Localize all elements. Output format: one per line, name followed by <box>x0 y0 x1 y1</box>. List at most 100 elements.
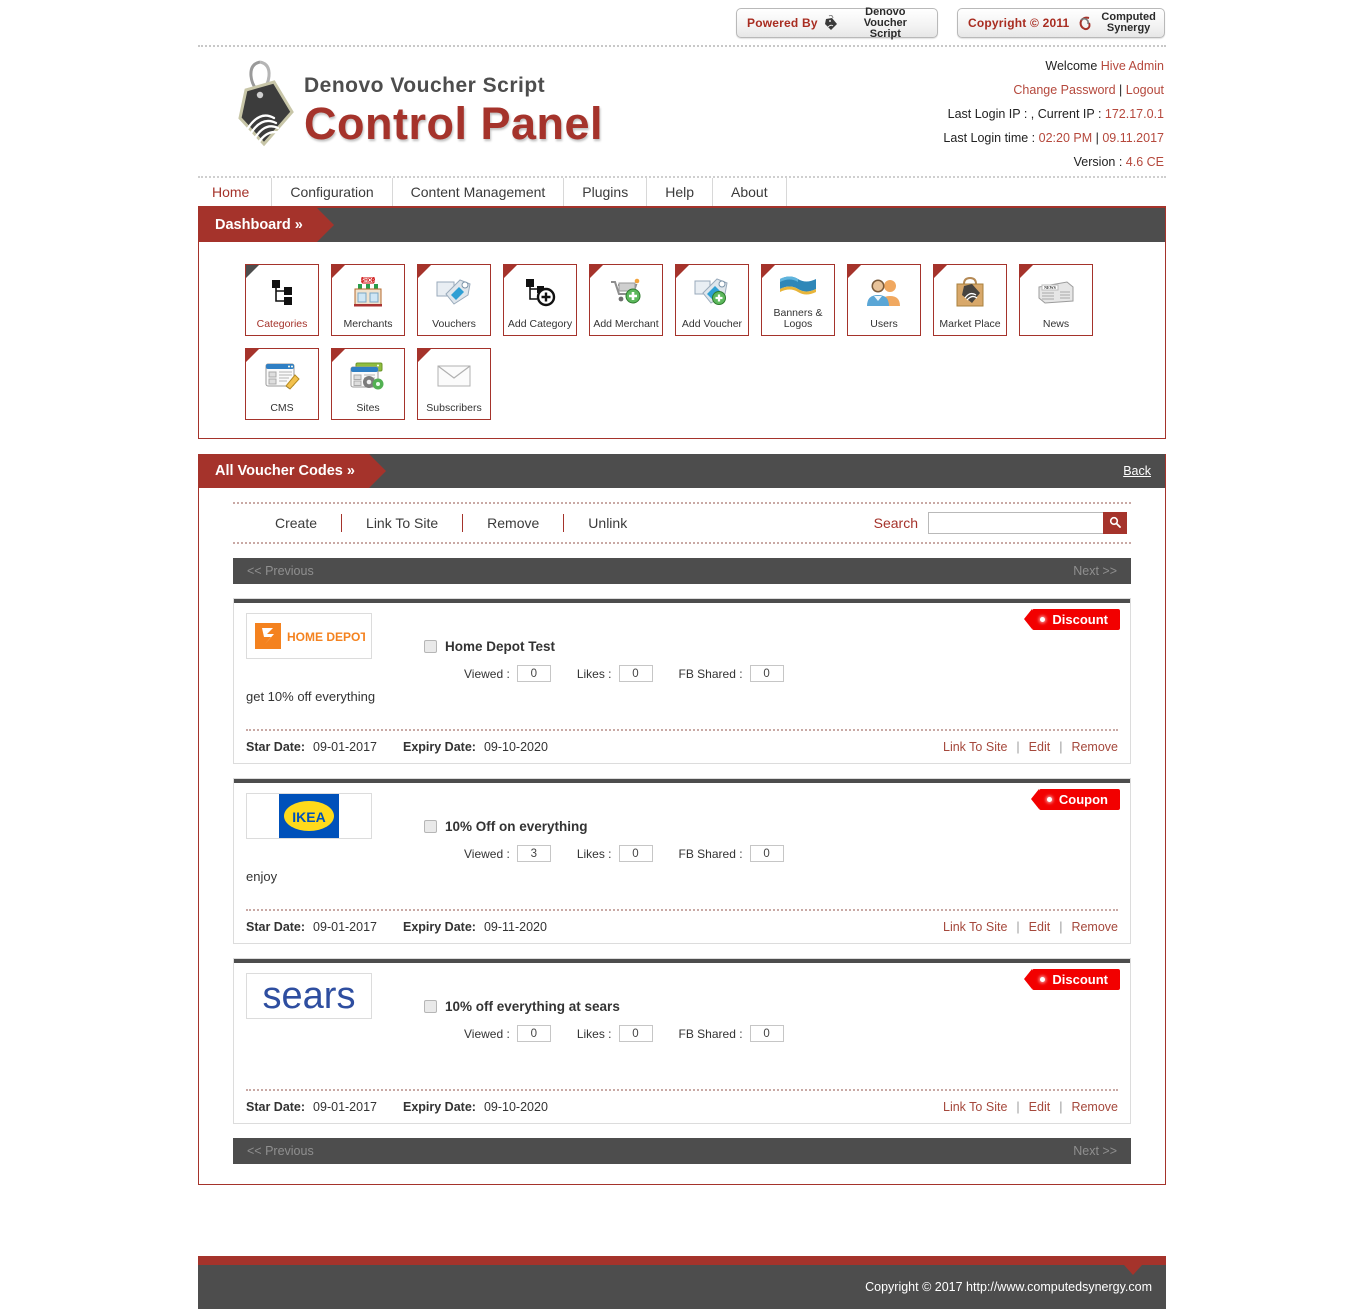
previous-page-bottom[interactable]: << Previous <box>247 1144 314 1158</box>
logo-tag-icon <box>234 56 300 152</box>
voucher-footer: Star Date: 09-01-2017 Expiry Date: 09-10-20… <box>234 731 1130 763</box>
computed-synergy-logo-icon <box>1075 15 1095 31</box>
toolbar-link-to-site-button[interactable]: Link To Site <box>342 514 464 532</box>
version-value: 4.6 CE <box>1125 155 1164 169</box>
expiry-date-value: 09-11-2020 <box>483 920 547 934</box>
dashboard-tile-add-category[interactable]: Add Category <box>503 264 577 336</box>
next-page-bottom[interactable]: Next >> <box>1073 1144 1117 1158</box>
toolbar-unlink-button[interactable]: Unlink <box>564 514 651 532</box>
dashboard-tile-news[interactable]: NEWS News <box>1019 264 1093 336</box>
voucher-select-checkbox[interactable] <box>424 640 437 653</box>
change-password-link[interactable]: Change Password <box>1013 83 1115 97</box>
logo-text: Denovo Voucher Script Control Panel <box>304 56 603 148</box>
tile-label: Add Category <box>507 318 573 330</box>
edit-action[interactable]: Edit <box>1029 920 1051 934</box>
dashboard-tile-market-place[interactable]: Market Place <box>933 264 1007 336</box>
nav-item-home[interactable]: Home <box>198 178 273 206</box>
voucher-title-row: 10% off everything at sears <box>424 999 620 1014</box>
remove-action[interactable]: Remove <box>1071 1100 1118 1114</box>
action-separator: | <box>1016 920 1020 934</box>
fb-shared-label: FB Shared : <box>678 666 743 681</box>
nav-list: Home Configuration Content Management Plugi… <box>198 178 1166 208</box>
dashboard-tile-categories[interactable]: Categories <box>245 264 319 336</box>
link-to-site-action[interactable]: Link To Site <box>943 920 1007 934</box>
viewed-value: 3 <box>516 845 551 862</box>
badge-label: Coupon <box>1058 792 1108 807</box>
voucher-stats: Viewed : 0 Likes : 0 FB Shared : 0 <box>464 1025 784 1042</box>
badge-dot-icon <box>1040 617 1046 622</box>
toolbar-remove-button[interactable]: Remove <box>463 514 565 532</box>
voucher-type-badge: Coupon <box>1030 789 1120 810</box>
denovo-tag-icon <box>824 15 838 31</box>
logout-link[interactable]: Logout <box>1126 83 1164 97</box>
link-separator: | <box>1119 83 1123 97</box>
logo[interactable]: Denovo Voucher Script Control Panel <box>234 56 603 152</box>
pager-top: << Previous Next >> <box>233 558 1131 584</box>
voucher-select-checkbox[interactable] <box>424 1000 437 1013</box>
dashboard-tile-merchants[interactable]: SHOP Merchants <box>331 264 405 336</box>
search-button[interactable] <box>1103 512 1127 534</box>
remove-action[interactable]: Remove <box>1071 920 1118 934</box>
edit-action[interactable]: Edit <box>1029 740 1051 754</box>
badge-label: Discount <box>1052 612 1108 627</box>
start-date-value: 09-01-2017 <box>313 1100 377 1114</box>
action-separator: | <box>1016 740 1020 754</box>
tile-label: Add Merchant <box>593 318 659 330</box>
dashboard-tile-add-voucher[interactable]: Add Voucher <box>675 264 749 336</box>
likes-label: Likes : <box>576 666 612 681</box>
shop-icon: SHOP <box>332 265 404 319</box>
link-to-site-action[interactable]: Link To Site <box>943 1100 1007 1114</box>
dashboard-tile-cms[interactable]: CMS <box>245 348 319 420</box>
previous-page-top[interactable]: << Previous <box>247 564 314 578</box>
likes-value: 0 <box>618 845 653 862</box>
dashboard-tile-subscribers[interactable]: Subscribers <box>417 348 491 420</box>
start-date-label: Star Date: <box>246 1100 306 1114</box>
start-date-value: 09-01-2017 <box>313 920 377 934</box>
action-separator: | <box>1059 1100 1063 1114</box>
powered-by-badge: Powered By Denovo Voucher Script <box>736 5 938 40</box>
nav-item-about[interactable]: About <box>713 178 787 206</box>
badge-label: Discount <box>1052 972 1108 987</box>
login-time-label: Last Login time : <box>943 131 1036 145</box>
footer-accent-bar <box>198 1256 1166 1265</box>
svg-text:sears: sears <box>263 975 356 1017</box>
pager-bottom: << Previous Next >> <box>233 1138 1131 1164</box>
dashboard-tile-add-merchant[interactable]: Add Merchant <box>589 264 663 336</box>
likes-value: 0 <box>618 665 653 682</box>
nav-item-help[interactable]: Help <box>647 178 713 206</box>
voucher-title-row: 10% Off on everything <box>424 819 588 834</box>
footer-bar: Copyright © 2017 http://www.computedsyne… <box>198 1265 1166 1309</box>
search-input[interactable] <box>928 512 1103 534</box>
dashboard-tile-banners-logos[interactable]: Banners & Logos <box>761 264 835 336</box>
sitemap-plus-icon <box>504 265 576 319</box>
company-name: Computed Synergy <box>1101 11 1156 34</box>
banner-icon <box>762 265 834 308</box>
welcome-label: Welcome <box>1045 59 1098 73</box>
merchant-logo: HOME DEPOT <box>246 613 372 659</box>
tile-label: Vouchers <box>432 318 476 330</box>
dashboard-tile-sites[interactable]: Sites <box>331 348 405 420</box>
edit-action[interactable]: Edit <box>1029 1100 1051 1114</box>
link-to-site-action[interactable]: Link To Site <box>943 740 1007 754</box>
voucher-footer: Star Date: 09-01-2017 Expiry Date: 09-10-20… <box>234 1091 1130 1123</box>
next-page-top[interactable]: Next >> <box>1073 564 1117 578</box>
users-icon <box>848 265 920 319</box>
back-link[interactable]: Back <box>1123 464 1151 478</box>
dashboard-tile-users[interactable]: Users <box>847 264 921 336</box>
dashboard-tile-vouchers[interactable]: Vouchers <box>417 264 491 336</box>
dashboard-title: Dashboard » <box>199 208 334 242</box>
voucher-select-checkbox[interactable] <box>424 820 437 833</box>
remove-action[interactable]: Remove <box>1071 740 1118 754</box>
search-label: Search <box>873 515 918 531</box>
dashboard-tile-grid: Categories SHOP Merchants Vouchers Add Categ… <box>199 242 1165 438</box>
expiry-date-value: 09-10-2020 <box>483 740 548 754</box>
powered-by-name: Denovo Voucher Script <box>863 5 907 40</box>
site-footer: Copyright © 2017 http://www.computedsyne… <box>198 1256 1166 1309</box>
voucher-actions: Link To Site | Edit | Remove <box>943 1100 1118 1114</box>
toolbar-create-button[interactable]: Create <box>251 514 343 532</box>
voucher-description: enjoy <box>246 869 278 884</box>
action-separator: | <box>1059 740 1063 754</box>
nav-item-plugins[interactable]: Plugins <box>564 178 648 206</box>
nav-item-content-management[interactable]: Content Management <box>393 178 565 206</box>
nav-item-configuration[interactable]: Configuration <box>272 178 393 206</box>
